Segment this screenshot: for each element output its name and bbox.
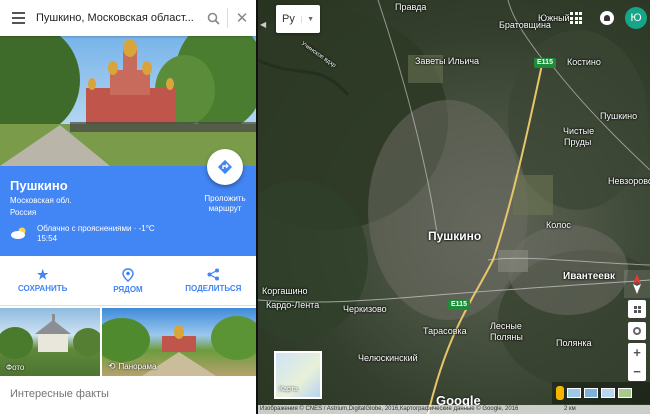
- compass-icon: [633, 274, 641, 294]
- menu-icon[interactable]: [0, 0, 36, 36]
- place-info-card: Пушкино Московская обл. Россия Облачно с…: [0, 149, 256, 256]
- map-label-chelyuskinsky: Челюскинский: [358, 353, 418, 363]
- directions-label-line1: Проложить: [204, 194, 246, 203]
- local-time: 15:54: [37, 234, 58, 243]
- map-label-kostino: Костино: [567, 57, 601, 67]
- thumbnail-3[interactable]: [601, 388, 615, 398]
- map-label-pushkino-top: Пушкино: [600, 111, 638, 121]
- language-value: Ру: [282, 13, 295, 25]
- action-row: ★ СОХРАНИТЬ РЯДОМ ПОДЕЛИТЬСЯ: [0, 256, 256, 306]
- place-title: Пушкино: [10, 178, 68, 193]
- pegman-icon[interactable]: [556, 386, 564, 400]
- tilt-control[interactable]: [628, 300, 646, 318]
- panorama-tile[interactable]: ⟲ Панорама: [102, 308, 256, 376]
- nearby-icon: [122, 267, 134, 282]
- tilt-icon: [633, 305, 641, 313]
- minimap-label: Карта: [279, 386, 298, 393]
- star-icon: ★: [36, 267, 49, 282]
- map-label-pravda: Правда: [395, 2, 427, 12]
- language-dropdown[interactable]: Ру ▼: [276, 5, 320, 33]
- satellite-map[interactable]: Правда Братовщина Южный Заветы Ильича Ко…: [258, 0, 650, 414]
- map-label-nevzorovo: Невзорово: [608, 176, 650, 186]
- thumbnail-2[interactable]: [584, 388, 598, 398]
- map-label-kolos: Колос: [546, 220, 571, 230]
- weather-text: Облачно с прояснениями · -1°C: [37, 224, 155, 233]
- map-label-chistye-2: Пруды: [564, 137, 592, 147]
- map-label-kardo-lenta: Кардо-Лента: [266, 300, 320, 310]
- place-country: Россия: [10, 208, 37, 217]
- scale-label: 2 км: [564, 406, 576, 412]
- nearby-button[interactable]: РЯДОМ: [85, 256, 170, 305]
- map-type-toggle[interactable]: Карта: [274, 351, 322, 399]
- apps-grid-icon[interactable]: [570, 12, 582, 24]
- photo-strip: Фото ⟲ Панорама: [0, 308, 256, 376]
- my-location-button[interactable]: [628, 322, 646, 340]
- zoom-in-button[interactable]: +: [633, 345, 641, 360]
- thumbnail-1[interactable]: [567, 388, 581, 398]
- map-label-chistye-1: Чистые: [563, 126, 595, 136]
- notifications-bell-icon[interactable]: [600, 11, 614, 25]
- facts-heading: Интересные факты: [10, 388, 109, 400]
- search-bar: Пушкино, Московская област... ✕: [0, 0, 256, 36]
- photo-tile[interactable]: Фото: [0, 308, 100, 376]
- place-region: Московская обл.: [10, 196, 72, 205]
- directions-button[interactable]: [207, 149, 243, 185]
- place-panel: Пушкино, Московская област... ✕ Пушкино …: [0, 0, 256, 414]
- map-label-tarasovka: Тарасовка: [423, 326, 467, 336]
- attribution-text: Изображения © CNES / Astrium,DigitalGlob…: [260, 406, 519, 412]
- zoom-control: + −: [628, 343, 646, 381]
- compass-control[interactable]: [624, 270, 650, 298]
- search-icon[interactable]: [199, 0, 227, 36]
- save-label: СОХРАНИТЬ: [17, 284, 68, 293]
- cloudy-weather-icon: [10, 226, 28, 244]
- share-icon: [207, 268, 220, 281]
- account-avatar[interactable]: Ю: [625, 7, 647, 29]
- thumbnail-4[interactable]: [618, 388, 632, 398]
- panorama-label: Панорама: [118, 362, 157, 371]
- panorama-icon: ⟲: [108, 361, 116, 371]
- close-icon[interactable]: ✕: [228, 0, 256, 36]
- nearby-label: РЯДОМ: [113, 284, 143, 294]
- map-label-ivanteevka: Ивантеевк: [563, 271, 615, 282]
- map-label-zavety: Заветы Ильича: [415, 56, 480, 66]
- road-badge-e115-top: E115: [534, 58, 556, 68]
- collapse-panel-icon[interactable]: ◀: [260, 20, 266, 29]
- panel-divider: [256, 0, 258, 414]
- map-label-lesnye-2: Поляны: [490, 332, 523, 342]
- directions-label-line2: маршрут: [208, 204, 242, 213]
- map-label-cherkizovo: Черкизово: [343, 304, 387, 314]
- map-label-yuzhny: Южный: [538, 13, 570, 23]
- map-label-polyanka: Полянка: [556, 338, 592, 348]
- road-badge-e115-bottom: E115: [448, 300, 470, 310]
- search-input[interactable]: Пушкино, Московская област...: [36, 12, 199, 24]
- share-button[interactable]: ПОДЕЛИТЬСЯ: [171, 256, 256, 305]
- directions-label: Проложить маршрут: [195, 194, 255, 214]
- save-button[interactable]: ★ СОХРАНИТЬ: [0, 256, 85, 305]
- location-target-icon: [633, 327, 641, 335]
- map-label-korgashino: Коргашино: [262, 286, 308, 296]
- chevron-down-icon: ▼: [301, 15, 314, 23]
- zoom-out-button[interactable]: −: [633, 364, 641, 379]
- street-view-strip[interactable]: [552, 382, 650, 404]
- map-label-pushkino: Пушкино: [428, 229, 482, 243]
- map-label-lesnye-1: Лесные: [490, 321, 522, 331]
- panorama-caption: ⟲ Панорама: [108, 361, 156, 372]
- attribution-bar: Изображения © CNES / Astrium,DigitalGlob…: [258, 405, 650, 414]
- photo-caption: Фото: [6, 363, 24, 372]
- photo-label: Фото: [6, 363, 25, 372]
- share-label: ПОДЕЛИТЬСЯ: [185, 284, 242, 293]
- directions-icon: [217, 159, 233, 175]
- maps-app: Правда Братовщина Южный Заветы Ильича Ко…: [0, 0, 650, 414]
